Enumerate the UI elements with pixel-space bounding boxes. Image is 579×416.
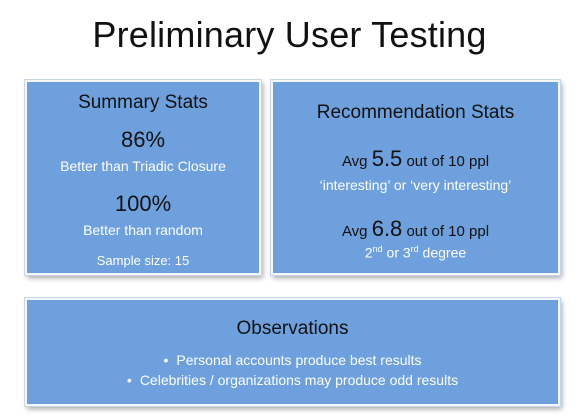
degree-sub-b-sup: rd [410,244,419,254]
interesting-stat-sub: ‘interesting’ or ‘very interesting’ [319,177,512,193]
observation-text: Celebrities / organizations may produce … [139,372,459,388]
list-item: • Celebrities / organizations may produce… [27,370,558,390]
recommendation-stats-panel: Recommendation Stats Avg 5.5 out of 10 p… [271,80,560,275]
recommendation-stats-heading: Recommendation Stats [316,102,515,123]
random-stat-label: Better than random [83,222,203,238]
slide-title: Preliminary User Testing [92,14,487,55]
random-stat-value: 100% [114,191,172,216]
degree-stat-sub: 2nd or 3rd degree [273,244,558,261]
degree-stat-value: 6.8 [371,216,403,241]
list-item: • Personal accounts produce best results [27,350,558,370]
degree-stat-prefix: Avg [341,223,368,240]
summary-stats-panel: Summary Stats 86% Better than Triadic Cl… [25,80,261,275]
bullet-icon: • [163,352,169,368]
degree-sub-a: 2 [364,244,373,261]
observations-heading: Observations [236,318,349,339]
interesting-stat-value: 5.5 [371,146,403,171]
degree-sub-b: or 3 [382,244,411,261]
degree-stat-suffix: out of 10 ppl [406,223,490,240]
observation-text: Personal accounts produce best results [176,352,422,368]
degree-sub-a-sup: nd [372,244,383,254]
triadic-closure-stat-value: 86% [120,127,166,152]
degree-stat-line: Avg 6.8 out of 10 ppl [273,216,558,242]
sample-size: Sample size: 15 [96,253,190,268]
triadic-closure-stat-label: Better than Triadic Closure [60,158,226,174]
degree-sub-c: degree [418,244,467,261]
interesting-stat-line: Avg 5.5 out of 10 ppl [273,146,558,172]
observations-panel: Observations • Personal accounts produce … [25,298,560,406]
observations-list: • Personal accounts produce best results … [27,350,558,390]
summary-stats-heading: Summary Stats [78,92,208,113]
interesting-stat-suffix: out of 10 ppl [406,153,490,170]
bullet-icon: • [126,372,132,388]
interesting-stat-prefix: Avg [341,153,368,170]
